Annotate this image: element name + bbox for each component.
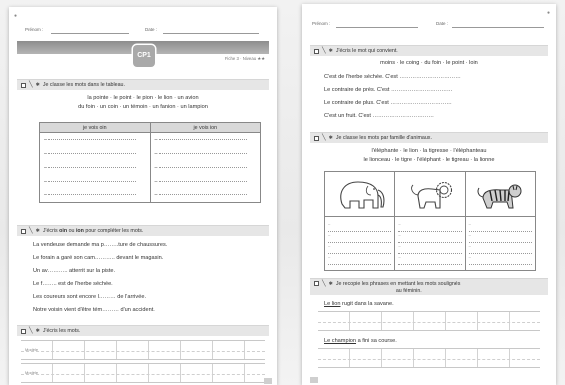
sentence-1: Le lion rugit dans la savane. — [324, 301, 394, 307]
writing-model-label: Modèle — [25, 370, 39, 375]
pencil-icon: ╲ — [322, 48, 326, 54]
date-line — [452, 27, 544, 28]
pencil-icon: ╲ — [29, 328, 33, 334]
band-reference: Fiche 3 · Niveau ★★ — [224, 56, 265, 61]
star-icon: ✱ — [35, 82, 40, 88]
answer-cell[interactable]: – — [149, 160, 261, 175]
exercise-2-header: ╲ ✱ J'écris oin ou ion pour compléter le… — [17, 225, 269, 236]
sentence: C'est un fruit. C'est …………………………… — [324, 113, 434, 119]
sentence: Le contraire de plus. C'est …………………………… — [324, 100, 452, 106]
star-icon: ✱ — [35, 228, 40, 234]
writing-line[interactable] — [318, 311, 540, 331]
table-row: – – — [39, 132, 261, 147]
lesson-badge: CP1 — [133, 45, 155, 67]
pencil-icon: ╲ — [29, 82, 33, 88]
star-icon: ✱ — [35, 328, 40, 334]
sentence: Le contraire de près. C'est …………………………… — [324, 87, 453, 93]
table-row: – – — [39, 188, 261, 203]
table-header-ion: je vois ion — [149, 122, 261, 133]
exercise-2-header: ╲ ✱ Je classe les mots par famille d'ani… — [310, 132, 548, 143]
tiger-icon — [477, 184, 522, 209]
worksheet-right-page: ● Prénom : Date : ╲ ✱ J'écris le mot qui… — [302, 4, 556, 385]
checkbox-icon[interactable] — [21, 328, 26, 334]
exercise-2-instruction: J'écris oin ou ion pour compléter les mo… — [42, 228, 144, 234]
word-list-line-2: du foin · un coin · un témoin · un fanio… — [78, 104, 208, 110]
answer-column-tiger[interactable]: – – – – — [466, 217, 535, 270]
exercise-1-header: ╲ ✱ J'écris le mot qui convient. — [310, 45, 548, 56]
checkbox-icon[interactable] — [314, 135, 319, 141]
table-header-oin: je vois oin — [39, 122, 151, 133]
answer-cell[interactable]: – — [149, 188, 261, 203]
name-line — [51, 33, 129, 34]
date-label: Date : — [436, 21, 449, 26]
writing-line[interactable] — [21, 340, 265, 360]
word-list-line-1: l'éléphante · le lion · la tigresse · l'… — [371, 148, 487, 154]
checkbox-icon[interactable] — [21, 228, 26, 234]
sentence: Le f…….. est de l'herbe séchée. — [33, 281, 113, 287]
animal-answer-columns: – – – – – – – – – – – – — [324, 217, 536, 271]
date-label: Date : — [145, 27, 158, 32]
page-corner-mark: ● — [14, 13, 18, 19]
name-line — [336, 27, 418, 28]
animal-cell-lion — [395, 172, 466, 216]
lion-icon — [411, 181, 453, 209]
star-icon: ✱ — [328, 281, 333, 287]
answer-cell[interactable]: – — [39, 146, 151, 161]
star-icon: ✱ — [328, 135, 333, 141]
sentence: Un av……….. atterrit sur la piste. — [33, 268, 116, 274]
answer-cell[interactable]: – — [149, 146, 261, 161]
table-row: – – — [39, 160, 261, 175]
pencil-icon: ╲ — [29, 228, 33, 234]
writing-model-label: Modèle — [25, 347, 39, 352]
sorting-table: je vois oin je vois ion – – – – – – – – — [39, 122, 261, 203]
exercise-2-instruction: Je classe les mots par famille d'animaux… — [335, 135, 432, 141]
star-icon: ✱ — [328, 48, 333, 54]
answer-column-lion[interactable]: – – – – — [395, 217, 466, 270]
sentence: Notre voisin vient d'être tém……… d'un ac… — [33, 307, 155, 313]
pencil-icon: ╲ — [322, 281, 326, 287]
exercise-3-header: ╲ ✱ J'écris les mots. — [17, 325, 269, 336]
animal-cell-elephant — [325, 172, 396, 216]
sentence: C'est de l'herbe séchée. C'est ………………………… — [324, 74, 461, 80]
answer-cell[interactable]: – — [149, 132, 261, 147]
answer-cell[interactable]: – — [39, 174, 151, 189]
page-corner-mark: ● — [547, 10, 551, 16]
animal-cell-tiger — [466, 172, 535, 216]
exercise-1-instruction: J'écris le mot qui convient. — [335, 48, 398, 54]
name-label: Prénom : — [312, 21, 331, 26]
page-corner-tab — [264, 378, 272, 384]
sentence: Les coureurs sont encore l……… de l'arriv… — [33, 294, 146, 300]
table-row: – – — [39, 174, 261, 189]
writing-line[interactable] — [318, 348, 540, 368]
answer-column-elephant[interactable]: – – – – — [325, 217, 396, 270]
writing-line[interactable] — [21, 363, 265, 383]
sentence: Le forain a garé son cam……….. devant le … — [33, 255, 164, 261]
exercise-3-header: ╲ ✱ Je recopie les phrases en mettant le… — [310, 278, 548, 295]
checkbox-icon[interactable] — [21, 82, 26, 88]
animal-picture-row — [324, 171, 536, 217]
exercise-3-instruction: Je recopie les phrases en mettant les mo… — [335, 281, 461, 294]
elephant-icon — [339, 181, 385, 209]
date-line — [163, 33, 259, 34]
exercise-1-instruction: Je classe les mots dans le tableau. — [42, 82, 125, 88]
table-row: – – — [39, 146, 261, 161]
answer-cell[interactable]: – — [149, 174, 261, 189]
pencil-icon: ╲ — [322, 135, 326, 141]
answer-cell[interactable]: – — [39, 188, 151, 203]
exercise-1-header: ╲ ✱ Je classe les mots dans le tableau. — [17, 79, 269, 90]
answer-cell[interactable]: – — [39, 160, 151, 175]
page-corner-tab — [310, 377, 318, 383]
word-list-line-2: le lionceau · le tigre · l'éléphant · le… — [363, 157, 495, 163]
word-list: moins · le coing · du foin · le point · … — [380, 60, 478, 66]
sentence-2: Le champion a fini sa course. — [324, 338, 397, 344]
worksheet-left-page: ● Prénom : Date : CP1 Fiche 3 · Niveau ★… — [9, 7, 277, 385]
answer-cell[interactable]: – — [39, 132, 151, 147]
checkbox-icon[interactable] — [314, 48, 319, 54]
word-list-line-1: la pointe · le point · le pion · le lion… — [87, 95, 199, 101]
name-label: Prénom : — [25, 27, 44, 32]
exercise-3-instruction: J'écris les mots. — [42, 328, 81, 334]
sentence: La vendeuse demande ma p……..ture de chau… — [33, 242, 168, 248]
checkbox-icon[interactable] — [314, 281, 319, 286]
